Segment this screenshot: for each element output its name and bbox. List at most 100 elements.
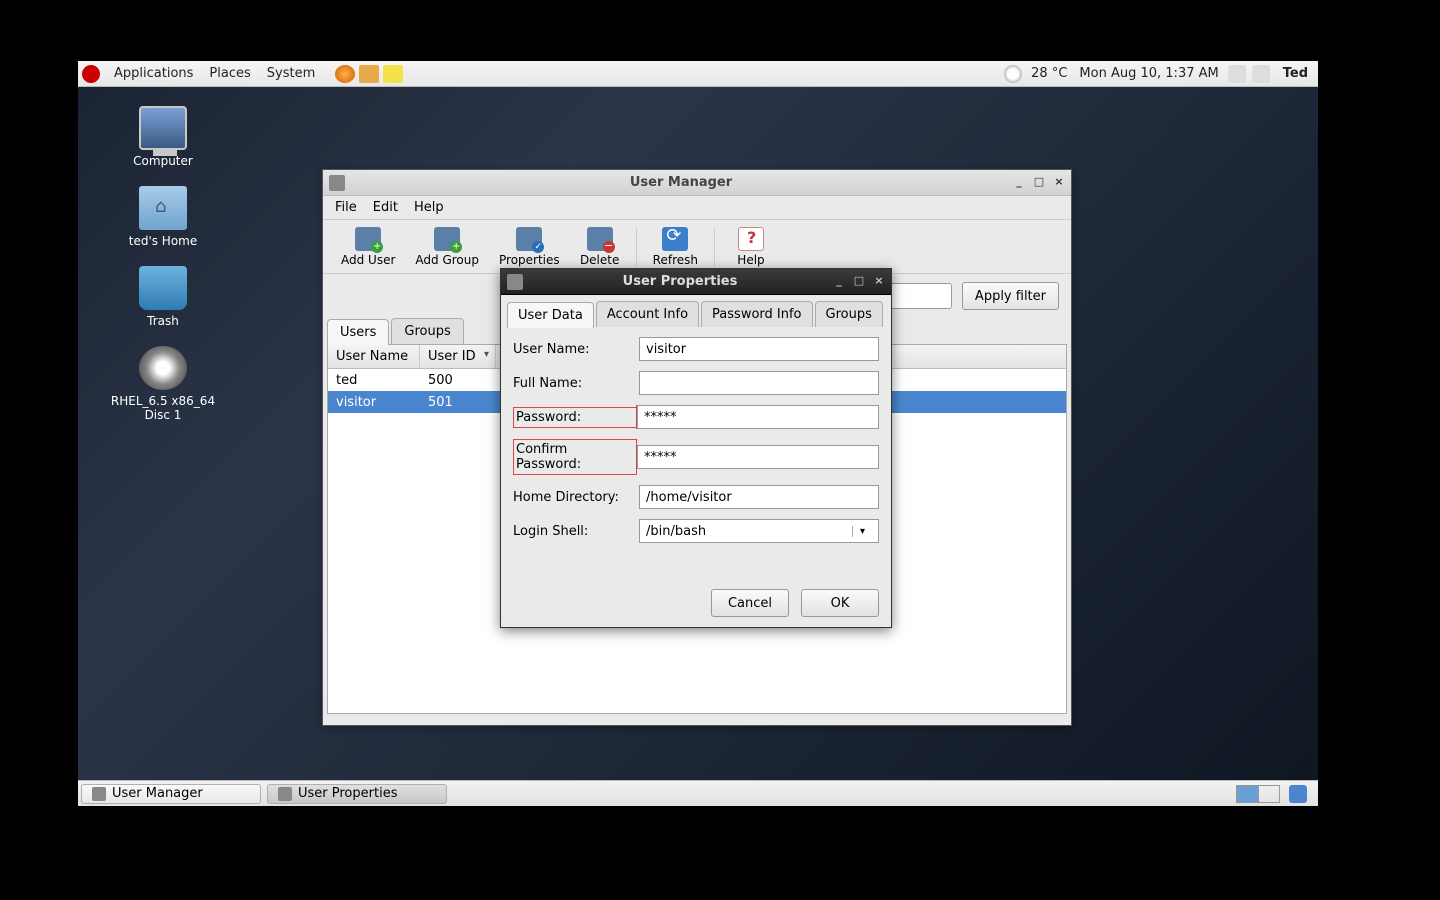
edit-menu[interactable]: Edit — [365, 200, 406, 215]
toolbar-separator-2 — [714, 228, 715, 266]
redhat-logo-icon[interactable] — [82, 65, 100, 83]
home-folder-icon — [139, 186, 187, 230]
cancel-button[interactable]: Cancel — [711, 589, 789, 617]
disc-desktop-icon[interactable]: RHEL_6.5 x86_64 Disc 1 — [98, 346, 228, 422]
fullname-label: Full Name: — [513, 376, 639, 391]
user-properties-title-icon — [507, 274, 523, 290]
confirm-password-field[interactable] — [637, 445, 879, 469]
delete-icon — [587, 227, 613, 251]
desktop: Applications Places System 28 °C Mon Aug… — [78, 61, 1318, 806]
refresh-label: Refresh — [653, 253, 698, 267]
workspace-1[interactable] — [1237, 786, 1259, 802]
computer-desktop-icon[interactable]: Computer — [98, 106, 228, 168]
desktop-icons: Computer ted's Home Trash RHEL_6.5 x86_6… — [98, 106, 228, 422]
maximize-button[interactable]: □ — [851, 275, 867, 289]
cell-userid: 501 — [420, 395, 496, 410]
help-button[interactable]: Help — [721, 225, 781, 269]
tab-password-info[interactable]: Password Info — [701, 301, 812, 327]
clock-text[interactable]: Mon Aug 10, 1:37 AM — [1073, 66, 1224, 81]
user-manager-title: User Manager — [351, 175, 1011, 190]
close-button[interactable]: × — [1051, 176, 1067, 190]
password-label: Password: — [513, 407, 637, 428]
volume-tray-icon[interactable] — [1252, 65, 1270, 83]
user-properties-title: User Properties — [529, 274, 831, 289]
temperature-text: 28 °C — [1025, 66, 1073, 81]
delete-button[interactable]: Delete — [570, 225, 630, 269]
update-tray-icon[interactable] — [1228, 65, 1246, 83]
refresh-button[interactable]: Refresh — [643, 225, 708, 269]
taskbar-user-manager[interactable]: User Manager — [81, 784, 261, 804]
add-user-icon — [355, 227, 381, 251]
properties-icon — [516, 227, 542, 251]
tab-groups[interactable]: Groups — [391, 318, 463, 344]
user-manager-toolbar: Add User Add Group Properties Delete Ref… — [323, 220, 1071, 274]
help-icon — [738, 227, 764, 251]
minimize-button[interactable]: _ — [1011, 176, 1027, 190]
fullname-field[interactable] — [639, 371, 879, 395]
tray-icon[interactable] — [1289, 785, 1307, 803]
user-properties-task-icon — [278, 787, 292, 801]
add-group-button[interactable]: Add Group — [405, 225, 489, 269]
tab-account-info[interactable]: Account Info — [596, 301, 699, 327]
add-group-icon — [434, 227, 460, 251]
minimize-button[interactable]: _ — [831, 275, 847, 289]
password-field[interactable] — [637, 405, 879, 429]
refresh-icon — [662, 227, 688, 251]
login-shell-select[interactable]: /bin/bash ▾ — [639, 519, 879, 543]
taskbar-user-properties[interactable]: User Properties — [267, 784, 447, 804]
user-manager-task-icon — [92, 787, 106, 801]
help-menu[interactable]: Help — [406, 200, 452, 215]
home-desktop-icon[interactable]: ted's Home — [98, 186, 228, 248]
home-directory-label: Home Directory: — [513, 490, 639, 505]
tab-groups[interactable]: Groups — [815, 301, 883, 327]
toolbar-separator — [636, 228, 637, 266]
maximize-button[interactable]: □ — [1031, 176, 1047, 190]
col-username[interactable]: User Name — [328, 345, 420, 368]
properties-button[interactable]: Properties — [489, 225, 570, 269]
user-menu[interactable]: Ted — [1273, 66, 1318, 81]
username-label: User Name: — [513, 342, 639, 357]
places-menu[interactable]: Places — [201, 66, 258, 81]
home-label: ted's Home — [129, 234, 198, 248]
add-user-button[interactable]: Add User — [331, 225, 405, 269]
trash-desktop-icon[interactable]: Trash — [98, 266, 228, 328]
file-menu[interactable]: File — [327, 200, 365, 215]
cell-userid: 500 — [420, 373, 496, 388]
tab-user-data[interactable]: User Data — [507, 302, 594, 328]
home-directory-field[interactable] — [639, 485, 879, 509]
computer-icon — [139, 106, 187, 150]
user-properties-tabs: User Data Account Info Password Info Gro… — [501, 295, 891, 327]
computer-label: Computer — [133, 154, 193, 168]
weather-icon[interactable] — [1004, 65, 1022, 83]
firefox-launcher-icon[interactable] — [335, 65, 355, 83]
disc-icon — [139, 346, 187, 390]
apply-filter-button[interactable]: Apply filter — [962, 282, 1059, 310]
user-properties-body: User Name: Full Name: Password: Confirm … — [501, 327, 891, 563]
tab-users[interactable]: Users — [327, 319, 389, 345]
trash-label: Trash — [147, 314, 179, 328]
mail-launcher-icon[interactable] — [359, 65, 379, 83]
notes-launcher-icon[interactable] — [383, 65, 403, 83]
bottom-panel: User Manager User Properties — [78, 780, 1318, 806]
confirm-password-label: Confirm Password: — [513, 439, 637, 475]
system-menu[interactable]: System — [259, 66, 323, 81]
cell-username: ted — [328, 373, 420, 388]
username-field[interactable] — [639, 337, 879, 361]
col-userid[interactable]: User ID — [420, 345, 496, 368]
login-shell-label: Login Shell: — [513, 524, 639, 539]
user-manager-menubar: File Edit Help — [323, 196, 1071, 220]
delete-label: Delete — [580, 253, 619, 267]
ok-button[interactable]: OK — [801, 589, 879, 617]
workspace-2[interactable] — [1259, 786, 1280, 802]
user-manager-titlebar[interactable]: User Manager _ □ × — [323, 170, 1071, 196]
close-button[interactable]: × — [871, 275, 887, 289]
user-properties-titlebar[interactable]: User Properties _ □ × — [501, 269, 891, 295]
user-properties-dialog: User Properties _ □ × User Data Account … — [500, 268, 892, 628]
applications-menu[interactable]: Applications — [106, 66, 201, 81]
trash-icon — [139, 266, 187, 310]
help-label: Help — [737, 253, 764, 267]
add-user-label: Add User — [341, 253, 395, 267]
workspace-switcher[interactable] — [1236, 785, 1280, 803]
add-group-label: Add Group — [415, 253, 479, 267]
taskbar-user-manager-label: User Manager — [112, 786, 203, 801]
